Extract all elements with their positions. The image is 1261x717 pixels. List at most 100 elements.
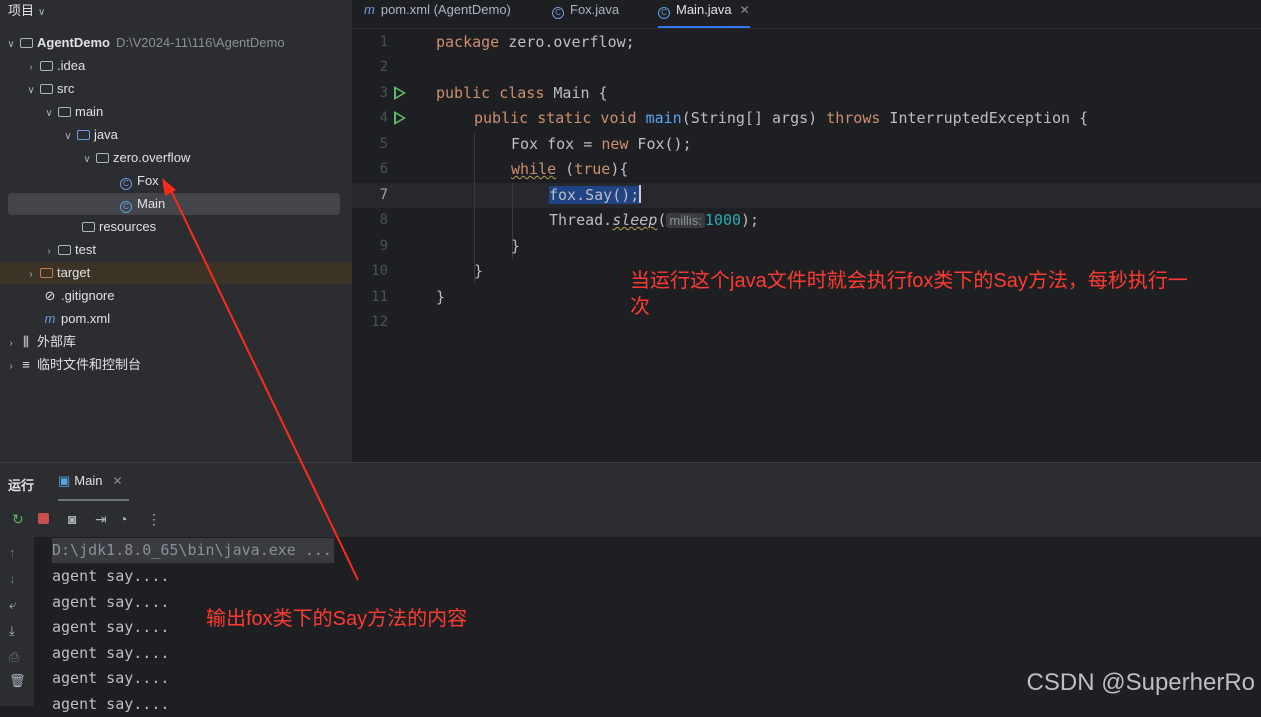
run-config-icon: ▣ [58,473,71,488]
line-number-current: 7 [379,187,388,203]
text-caret [639,185,642,203]
module-folder-icon [18,32,34,54]
tab-pom-xml[interactable]: m pom.xml (AgentDemo) [364,0,511,28]
source-folder-icon [75,124,91,146]
parameter-hint: millis: [666,213,705,228]
chevron-right-icon[interactable]: › [24,57,38,79]
tree-item-fox[interactable]: C Fox [104,170,159,192]
line-number: 11 [371,289,388,305]
code-line-4: public static void main(String[] args) t… [474,109,1089,127]
chevron-right-icon[interactable]: › [4,333,18,355]
chevron-right-icon[interactable]: › [24,264,38,286]
tree-item-scratches[interactable]: › ≡ 临时文件和控制台 [4,354,141,376]
tree-item-package[interactable]: ∨ zero.overflow [80,147,190,169]
class-icon: C [118,170,134,192]
chevron-right-icon[interactable]: › [42,241,56,263]
current-line-highlight [352,183,1261,208]
tree-item-main[interactable]: ∨ main [42,101,103,123]
up-arrow-icon[interactable]: ↑ [9,545,16,560]
code-line-3: public class Main { [436,84,608,102]
run-toolbar: ↻ ◙ ⇥ ◔ ⋮ [0,501,1261,537]
profiler-icon[interactable]: ◔ [119,511,127,527]
project-header-label: 项目 [8,3,35,18]
console-command-line: D:\jdk1.8.0_65\bin\java.exe ... [52,538,334,563]
console-output-line: agent say.... [52,618,170,636]
project-panel: 项目 ∨ ∨ AgentDemo D:\V2024-11\116\AgentDemo … [0,0,352,462]
tree-item-java[interactable]: ∨ java [61,124,118,146]
folder-icon [38,78,54,100]
tree-item-agentdemo[interactable]: ∨ AgentDemo D:\V2024-11\116\AgentDemo [4,32,284,56]
tree-item-target[interactable]: › target [0,262,352,284]
tree-item-main-class[interactable]: C Main [8,193,340,215]
print-icon[interactable]: ⎙ [9,649,19,665]
scroll-to-end-icon[interactable]: ⤓ [9,623,15,639]
tab-main-java[interactable]: C Main.java ✕ [658,0,750,28]
line-number: 9 [379,238,388,254]
maven-icon: m [44,311,56,326]
console-output-line: agent say.... [52,567,170,585]
code-line-10: } [474,262,484,280]
folder-icon [56,239,72,261]
line-number: 1 [379,34,388,50]
more-options-icon[interactable]: ⋮ [147,511,161,528]
chevron-right-icon[interactable]: › [4,356,18,378]
console-output-line: agent say.... [52,669,170,687]
tab-label: Main.java [676,2,732,17]
tree-item-pom[interactable]: m pom.xml [28,308,111,330]
line-number: 6 [379,161,388,177]
close-icon[interactable]: ✕ [112,474,122,488]
line-number: 12 [371,314,388,330]
export-icon[interactable]: ⇥ [95,511,107,528]
code-line-1: package zero.overflow; [436,33,635,51]
soft-wrap-icon[interactable]: ⤶ [9,597,16,613]
code-line-7: fox.Say(); [549,183,642,208]
tree-item-src[interactable]: ∨ src [24,78,74,100]
tab-label: Main [74,473,103,488]
resources-folder-icon [80,216,96,238]
annotation-editor-note: 当运行这个java文件时就会执行fox类下的Say方法，每秒执行一次 [630,270,1188,318]
tab-run-main[interactable]: ▣ Main ✕ [58,473,129,501]
class-icon: C [552,2,564,19]
chevron-down-icon[interactable]: ∨ [24,80,38,102]
tree-item-gitignore[interactable]: ⊘ .gitignore [28,285,115,307]
tree-item-label: target [57,265,91,280]
code-editor[interactable]: 1 2 3 4 5 6 7 8 9 10 11 12 package zero.… [352,29,1261,462]
tree-item-label: main [75,104,104,119]
chevron-down-icon[interactable]: ∨ [61,126,75,148]
stop-icon[interactable] [38,513,49,524]
project-header[interactable]: 项目 ∨ [8,2,45,20]
down-arrow-icon[interactable]: ↓ [9,571,16,586]
tree-item-label: AgentDemo [37,35,110,50]
code-line-9: } [511,237,521,255]
selected-code: fox.Say(); [549,186,640,204]
tree-item-test[interactable]: › test [42,239,96,261]
rerun-icon[interactable]: ↻ [12,511,24,528]
line-number: 8 [379,212,388,228]
watermark: CSDN @SuperherRo [1026,669,1255,696]
maven-icon: m [364,2,375,17]
close-icon[interactable]: ✕ [740,3,750,17]
chevron-down-icon[interactable]: ∨ [4,34,18,56]
run-gutter-icon[interactable] [394,86,406,100]
trash-icon[interactable]: 🗑 [9,673,26,689]
tab-fox-java[interactable]: C Fox.java [552,0,619,28]
tree-item-label: zero.overflow [113,150,191,165]
tree-item-external-libraries[interactable]: › ⫼ 外部库 [4,331,76,353]
tree-item-resources[interactable]: resources [66,216,156,238]
tree-item-idea[interactable]: › .idea [24,55,85,77]
chevron-down-icon[interactable]: ∨ [80,149,94,171]
run-side-toolbar: ↑ ↓ ⤶ ⤓ ⎙ 🗑 [0,537,34,706]
tree-item-label: resources [99,219,157,234]
tree-item-label: 临时文件和控制台 [37,357,142,372]
tree-item-label: java [94,127,118,142]
camera-icon[interactable]: ◙ [68,511,76,527]
tree-item-label: pom.xml [61,311,111,326]
console-output-line: agent say.... [52,593,170,611]
chevron-down-icon[interactable]: ∨ [42,103,56,125]
run-gutter-icon[interactable] [394,111,406,125]
run-tab-bar: 运行 ▣ Main ✕ [0,463,1261,501]
code-line-5: Fox fox = new Fox(); [511,135,692,153]
tree-item-label: .gitignore [61,288,115,303]
line-number: 2 [379,59,388,75]
chevron-down-icon: ∨ [38,7,46,18]
